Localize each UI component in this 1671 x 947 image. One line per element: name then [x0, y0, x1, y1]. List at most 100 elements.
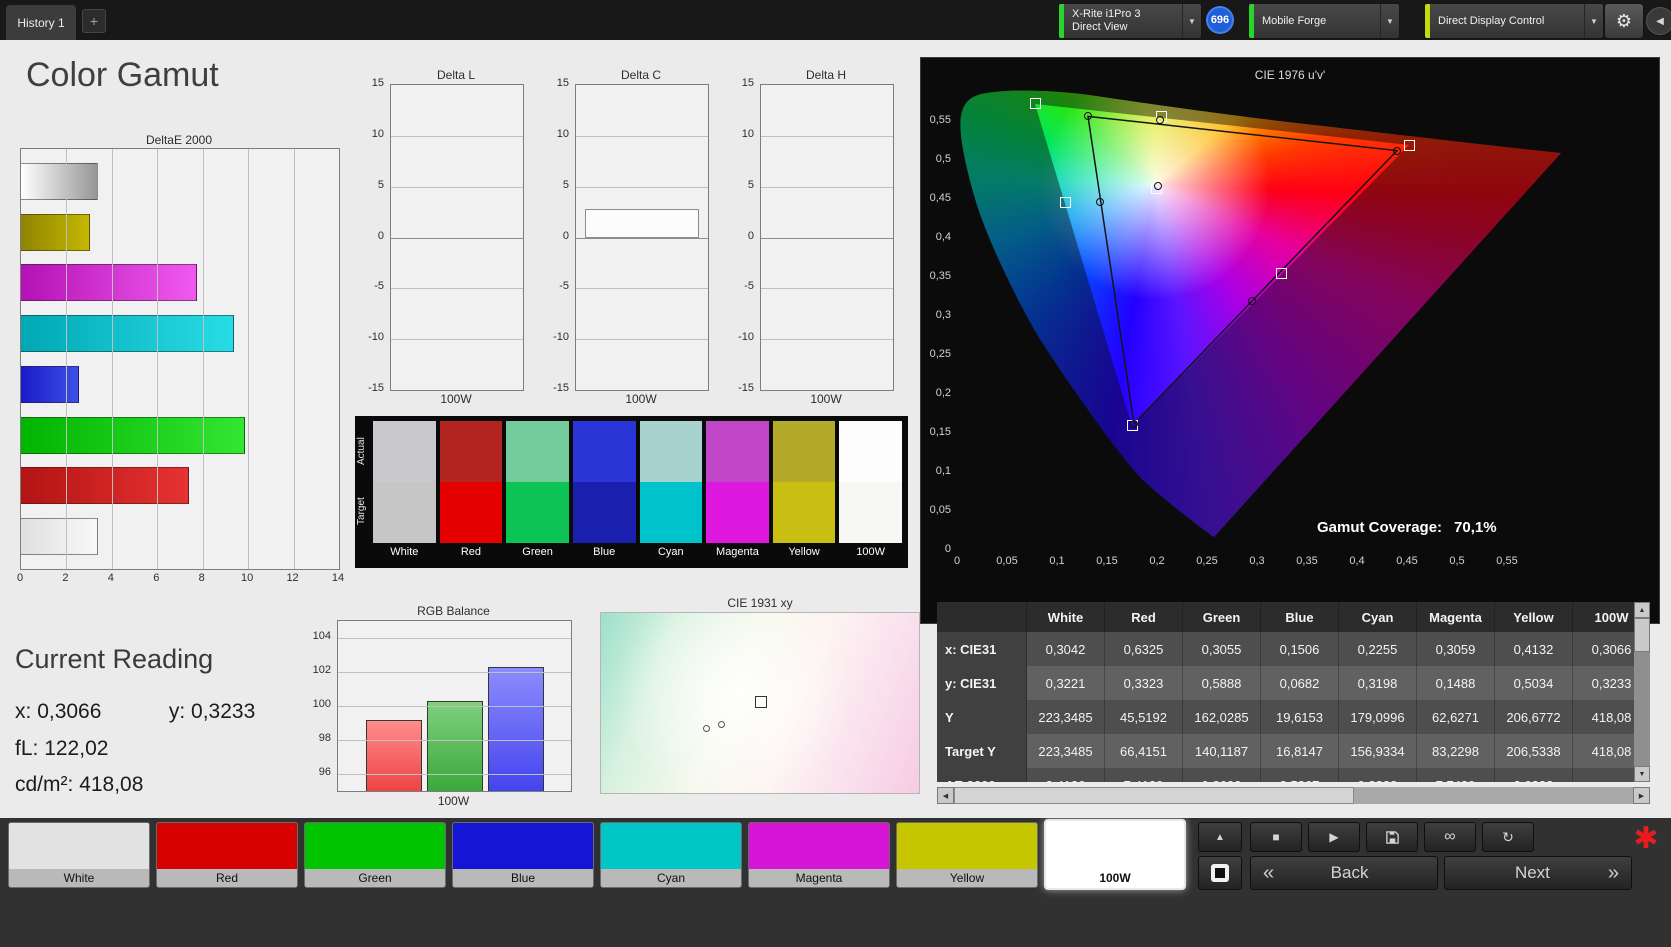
cie-target-green	[1029, 98, 1041, 110]
pattern-button-cyan[interactable]: Cyan	[600, 822, 742, 888]
delta-l-chart: 15 10 5 0 -5 -10 -15	[352, 77, 524, 394]
continuous-measure-button[interactable]: ∞	[1424, 822, 1476, 852]
history-tab[interactable]: History 1	[6, 5, 76, 40]
cd-label: cd/m²:	[15, 773, 74, 796]
pattern-label-blue: Blue	[453, 869, 593, 887]
delta-c-xlabel: 100W	[625, 392, 657, 406]
cie-xtick-0,3: 0,3	[1249, 555, 1265, 567]
scroll-right-button[interactable]: ▶	[1633, 787, 1650, 804]
table-cell: 0,3059	[1417, 632, 1495, 666]
gridline-100	[338, 706, 571, 707]
add-tab-button[interactable]: +	[82, 9, 106, 33]
back-button[interactable]: « Back	[1250, 856, 1438, 890]
cd-value: 418,08	[79, 773, 144, 796]
refresh-button[interactable]: ↻	[1482, 822, 1534, 852]
pattern-button-magenta[interactable]: Magenta	[748, 822, 890, 888]
scroll-right-icon: ▶	[1638, 792, 1645, 800]
pattern-button-green[interactable]: Green	[304, 822, 446, 888]
settings-button[interactable]: ⚙	[1604, 3, 1644, 39]
delta-l-plot	[390, 84, 524, 391]
source-dropdown[interactable]: Mobile Forge ▼	[1248, 3, 1400, 39]
cie1931-panel	[600, 612, 920, 794]
cie-measured-blue	[1130, 419, 1138, 428]
next-chevron-icon: »	[1607, 861, 1619, 884]
table-header-cell	[937, 602, 1027, 632]
table-horizontal-scrollbar[interactable]: ◀ ▶	[937, 787, 1650, 804]
pattern-up-button[interactable]: ▲	[1198, 822, 1242, 852]
play-button[interactable]: ▶	[1308, 822, 1360, 852]
pattern-button-white[interactable]: White	[8, 822, 150, 888]
cie1931-circle-marker	[703, 725, 711, 733]
display-control-dropdown[interactable]: Direct Display Control ▼	[1424, 3, 1604, 39]
pattern-label-cyan: Cyan	[601, 869, 741, 887]
cie-ytick-0,5: 0,5	[935, 153, 951, 165]
ytick-0: 0	[377, 229, 384, 242]
pattern-button-yellow[interactable]: Yellow	[896, 822, 1038, 888]
cie-xtick-0,4: 0,4	[1349, 555, 1365, 567]
vertical-scroll-thumb[interactable]	[1634, 618, 1650, 652]
gridline-96	[338, 774, 571, 775]
rgb-bar-green	[426, 700, 483, 791]
cie-xtick-0,55: 0,55	[1496, 555, 1518, 567]
pattern-window-icon	[1211, 864, 1229, 882]
infinity-icon: ∞	[1444, 828, 1456, 845]
back-chevron-icon: «	[1263, 861, 1275, 884]
next-button[interactable]: Next »	[1444, 856, 1632, 890]
table-cell: 19,6153	[1261, 700, 1339, 734]
gridline-0	[576, 237, 708, 239]
scroll-track[interactable]	[1354, 787, 1633, 804]
gear-icon: ⚙	[1615, 10, 1633, 31]
gamut-coverage: Gamut Coverage: 70,1%	[1317, 519, 1497, 536]
scroll-left-button[interactable]: ◀	[937, 787, 954, 804]
pattern-swatch-magenta	[749, 823, 889, 869]
cie-xtick-0,2: 0,2	[1149, 555, 1165, 567]
table-cell: 0,5888	[1183, 666, 1261, 700]
table-header-cell: White	[1027, 602, 1105, 632]
scroll-down-button[interactable]: ▼	[1634, 766, 1650, 782]
table-cell: 206,6772	[1495, 700, 1573, 734]
gamut-coverage-value: 70,1%	[1454, 519, 1497, 536]
deltae-xtick-6: 6	[153, 572, 160, 584]
table-cell: 140,1187	[1183, 734, 1261, 768]
table-row-label: x: CIE31	[937, 632, 1027, 666]
swatch-target-100w	[839, 482, 902, 543]
ytick-15: 15	[741, 77, 754, 89]
source-name: Mobile Forge	[1262, 14, 1327, 27]
scroll-up-button[interactable]: ▲	[1634, 602, 1650, 618]
current-reading-cd: cd/m²: 418,08	[15, 773, 143, 797]
gridline-10	[391, 135, 523, 137]
gridline-102	[338, 672, 571, 673]
cie-ytick-0,25: 0,25	[929, 348, 951, 360]
pattern-button-red[interactable]: Red	[156, 822, 298, 888]
gridline--10	[391, 339, 523, 341]
table-cell: 7,4129	[1105, 768, 1183, 782]
table-cell: 0,3198	[1339, 666, 1417, 700]
display-control-name: Direct Display Control	[1438, 14, 1545, 27]
save-button[interactable]	[1366, 822, 1418, 852]
table-header-cell: Blue	[1261, 602, 1339, 632]
pattern-swatch-100w	[1046, 821, 1184, 869]
horizontal-scroll-thumb[interactable]	[954, 787, 1354, 804]
ytick--15: -15	[553, 382, 569, 394]
plus-icon: +	[89, 13, 99, 29]
pattern-button-blue[interactable]: Blue	[452, 822, 594, 888]
x-value: 0,3066	[37, 700, 102, 723]
meter-dropdown[interactable]: X-Rite i1Pro 3 Direct View ▼	[1058, 3, 1202, 39]
pattern-button-100w[interactable]: 100W	[1044, 819, 1186, 890]
swatch-column-magenta: Magenta	[706, 421, 769, 568]
table-vertical-scrollbar[interactable]: ▲ ▼	[1634, 602, 1650, 782]
stop-button[interactable]: ■	[1250, 822, 1302, 852]
pattern-window-button[interactable]	[1198, 856, 1242, 890]
ytick-10: 10	[741, 127, 754, 140]
gridline-5	[391, 186, 523, 188]
page-title: Color Gamut	[26, 56, 219, 94]
collapse-arrow-icon: ◀	[1656, 15, 1664, 27]
collapse-panel-button[interactable]: ◀	[1646, 7, 1671, 35]
ytick-98: 98	[318, 732, 331, 744]
table-header-cell: Yellow	[1495, 602, 1573, 632]
swatch-label-red: Red	[460, 546, 482, 558]
cie1931-circle-marker	[718, 721, 726, 729]
swatch-column-100w: 100W	[839, 421, 902, 568]
stop-icon: ■	[1272, 830, 1280, 844]
table-cell: 0,3221	[1027, 666, 1105, 700]
